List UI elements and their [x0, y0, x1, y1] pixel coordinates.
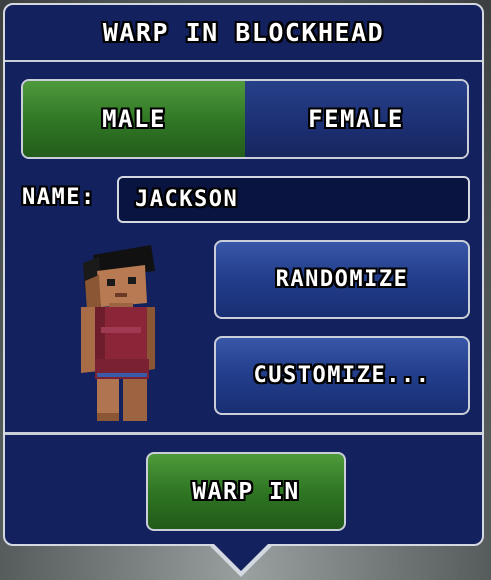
warp-in-button[interactable]: WARP IN [146, 452, 346, 531]
dialog-title: WARP IN BLOCKHEAD [102, 18, 385, 47]
blockhead-character-icon [81, 245, 155, 421]
name-label: NAME: [22, 185, 96, 210]
dialog-header: WARP IN BLOCKHEAD [5, 5, 482, 62]
randomize-button[interactable]: RANDOMIZE [214, 240, 470, 319]
footer-divider [5, 432, 482, 435]
gender-toggle: MALE FEMALE [21, 79, 469, 159]
customize-button[interactable]: CUSTOMIZE... [214, 336, 470, 415]
gender-male-option[interactable]: MALE [23, 81, 245, 157]
gender-female-option[interactable]: FEMALE [245, 81, 467, 157]
warp-in-dialog: WARP IN BLOCKHEAD MALE FEMALE NAME: JACK… [3, 3, 484, 546]
name-input[interactable]: JACKSON [117, 176, 470, 223]
